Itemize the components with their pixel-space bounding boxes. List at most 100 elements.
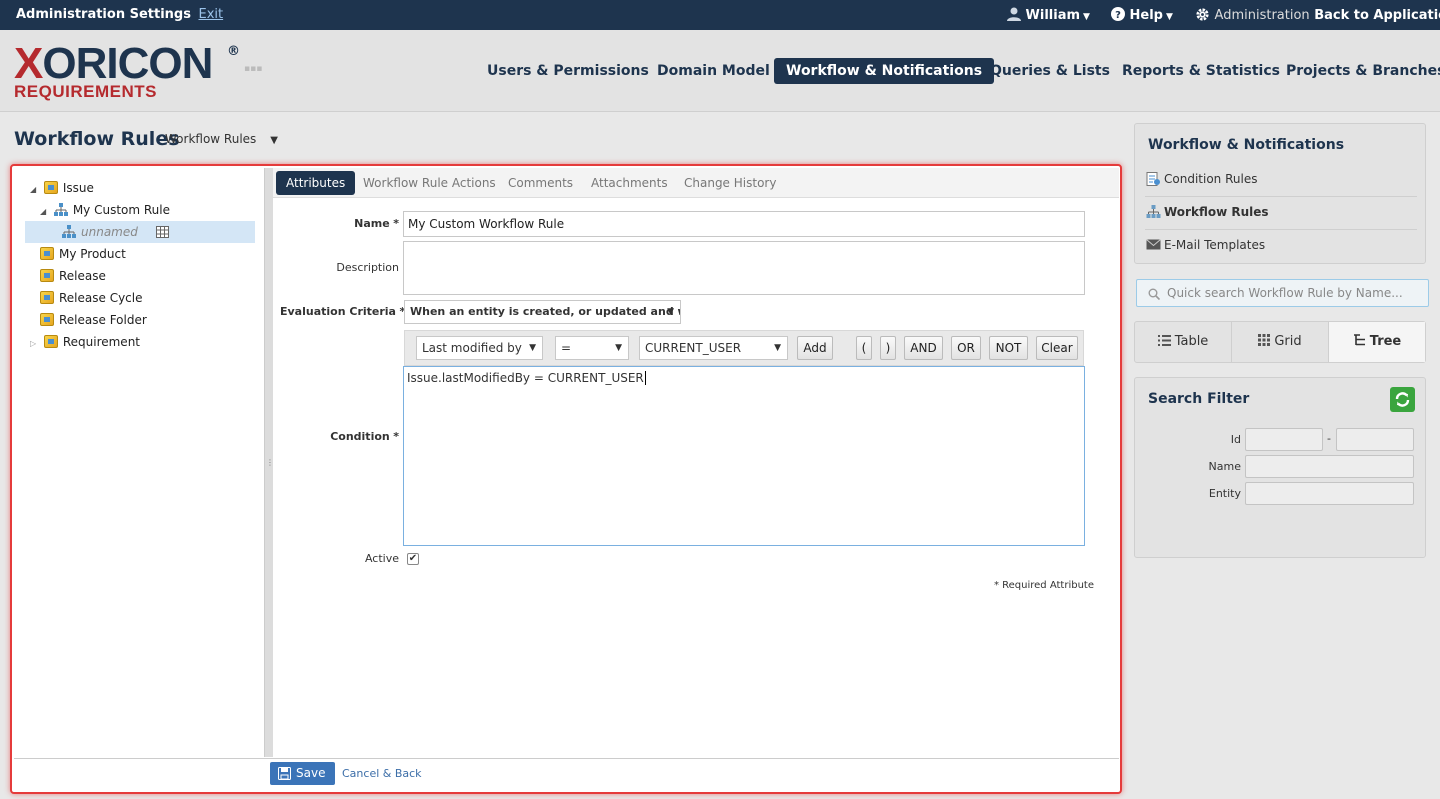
filter-name-label: Name xyxy=(1208,460,1241,473)
tab-comments[interactable]: Comments xyxy=(498,171,583,195)
tab-workflow-rule-actions[interactable]: Workflow Rule Actions xyxy=(353,171,506,195)
filter-id-label: Id xyxy=(1230,433,1241,446)
evaluation-criteria-label: Evaluation Criteria * xyxy=(280,305,406,318)
table-icon xyxy=(1157,335,1171,346)
tree-node-release[interactable]: Release xyxy=(40,265,106,287)
divider xyxy=(1145,229,1417,230)
page-title: Workflow Rules xyxy=(14,128,180,150)
nav-reports-statistics[interactable]: Reports & Statistics xyxy=(1110,58,1292,84)
quick-search-input[interactable]: Quick search Workflow Rule by Name... xyxy=(1136,279,1429,307)
action-bar xyxy=(14,758,1119,790)
field-select[interactable]: Last modified by ▼ xyxy=(416,336,543,360)
grid-icon[interactable] xyxy=(156,226,169,238)
tab-bar: Attributes Workflow Rule Actions Comment… xyxy=(273,168,1119,198)
entity-tree: ◢ Issue ◢ My Custom Rule unnamed My Prod… xyxy=(14,168,265,757)
page-selector[interactable]: Workflow Rules ▼ xyxy=(165,132,278,146)
nav-projects-branches[interactable]: Projects & Branches xyxy=(1274,58,1440,84)
and-button[interactable]: AND xyxy=(904,336,943,360)
workflow-notifications-panel: Workflow & Notifications Condition Rules… xyxy=(1134,123,1426,264)
tree-node-unnamed[interactable]: unnamed xyxy=(25,221,255,243)
tree-node-release-folder[interactable]: Release Folder xyxy=(40,309,147,331)
xoricon-logo[interactable]: XORICON ® REQUIREMENTS ▪▪▪ xyxy=(14,42,262,102)
nav-users-permissions[interactable]: Users & Permissions xyxy=(475,58,661,84)
add-button[interactable]: Add xyxy=(797,336,833,360)
dropdown-arrow-icon: ▼ xyxy=(774,343,781,353)
collapsed-icon[interactable]: ▷ xyxy=(30,333,40,355)
view-grid-button[interactable]: Grid xyxy=(1232,322,1329,362)
tab-attachments[interactable]: Attachments xyxy=(581,171,678,195)
filter-entity-label: Entity xyxy=(1208,487,1241,500)
user-menu[interactable]: William ▼ xyxy=(1007,7,1090,23)
condition-textarea[interactable]: Issue.lastModifiedBy = CURRENT_USER​ xyxy=(403,366,1085,546)
required-note: * Required Attribute xyxy=(993,580,1094,591)
expanded-icon[interactable]: ◢ xyxy=(40,201,50,223)
panel-title: Workflow & Notifications xyxy=(1148,137,1345,153)
active-checkbox[interactable]: ✔ xyxy=(407,553,419,565)
filter-name-input[interactable] xyxy=(1245,455,1414,478)
gear-icon xyxy=(1196,8,1209,21)
not-button[interactable]: NOT xyxy=(989,336,1028,360)
svg-text:?: ? xyxy=(1115,10,1121,21)
workflow-icon xyxy=(1146,205,1161,218)
entity-icon xyxy=(40,313,54,326)
open-paren-button[interactable]: ( xyxy=(856,336,872,360)
evaluation-criteria-select[interactable]: When an entity is created, or updated an… xyxy=(404,300,681,324)
admin-title: Administration Settings Exit xyxy=(16,7,224,22)
refresh-button[interactable] xyxy=(1390,387,1415,412)
exit-link[interactable]: Exit xyxy=(199,7,224,22)
close-paren-button[interactable]: ) xyxy=(880,336,896,360)
menu-workflow-rules[interactable]: Workflow Rules xyxy=(1146,205,1269,219)
or-button[interactable]: OR xyxy=(951,336,981,360)
search-icon xyxy=(1148,288,1160,300)
save-button[interactable]: Save xyxy=(270,762,335,785)
clear-button[interactable]: Clear xyxy=(1036,336,1078,360)
tab-change-history[interactable]: Change History xyxy=(674,171,786,195)
description-textarea[interactable] xyxy=(403,241,1085,295)
name-input[interactable]: My Custom Workflow Rule xyxy=(403,211,1085,237)
dropdown-arrow-icon: ▼ xyxy=(615,343,622,353)
help-menu[interactable]: ? Help ▼ xyxy=(1111,7,1173,23)
filter-entity-input[interactable] xyxy=(1245,482,1414,505)
filter-id-to-input[interactable] xyxy=(1336,428,1414,451)
workflow-icon xyxy=(62,225,76,238)
condition-label: Condition * xyxy=(330,430,399,443)
entity-icon xyxy=(43,181,58,194)
view-tree-button[interactable]: Tree xyxy=(1329,322,1425,362)
nav-domain-model[interactable]: Domain Model xyxy=(645,58,782,84)
range-dash: - xyxy=(1327,432,1331,445)
tree-node-release-cycle[interactable]: Release Cycle xyxy=(40,287,143,309)
top-bar: Administration Settings Exit William ▼ ? … xyxy=(0,0,1440,30)
dropdown-arrow-icon: ▼ xyxy=(667,307,674,317)
menu-condition-rules[interactable]: Condition Rules xyxy=(1146,172,1257,186)
header: XORICON ® REQUIREMENTS ▪▪▪ Users & Permi… xyxy=(0,30,1440,112)
description-label: Description xyxy=(336,261,399,274)
chevron-down-icon: ▼ xyxy=(1166,12,1173,22)
name-label: Name * xyxy=(354,217,399,230)
cancel-back-link[interactable]: Cancel & Back xyxy=(342,767,422,780)
nav-workflow-notifications[interactable]: Workflow & Notifications xyxy=(774,58,995,84)
tree-node-issue[interactable]: ◢ Issue xyxy=(30,177,94,199)
operator-select[interactable]: = ▼ xyxy=(555,336,629,360)
nav-queries-lists[interactable]: Queries & Lists xyxy=(978,58,1122,84)
filter-id-from-input[interactable] xyxy=(1245,428,1323,451)
entity-icon xyxy=(40,291,54,304)
value-select[interactable]: CURRENT_USER ▼ xyxy=(639,336,788,360)
refresh-icon xyxy=(1395,392,1410,407)
tree-node-requirement[interactable]: ▷ Requirement xyxy=(30,331,140,353)
back-to-app[interactable]: Administration Back to Application xyxy=(1195,7,1440,23)
menu-email-templates[interactable]: E-Mail Templates xyxy=(1146,238,1265,252)
expanded-icon[interactable]: ◢ xyxy=(30,179,40,201)
tree-node-custom-rule[interactable]: ◢ My Custom Rule xyxy=(40,199,170,221)
view-switcher: Table Grid Tree xyxy=(1134,321,1426,363)
tab-attributes[interactable]: Attributes xyxy=(276,171,356,195)
entity-icon xyxy=(40,247,54,260)
envelope-icon xyxy=(1146,239,1161,250)
panel-splitter[interactable]: ⋮ xyxy=(265,168,274,757)
entity-icon xyxy=(40,269,54,282)
save-icon xyxy=(278,767,291,780)
view-table-button[interactable]: Table xyxy=(1135,322,1232,362)
condition-rules-icon xyxy=(1146,172,1160,186)
tree-icon xyxy=(1353,334,1365,346)
checkmark-icon: ✔ xyxy=(408,553,418,564)
tree-node-my-product[interactable]: My Product xyxy=(40,243,126,265)
